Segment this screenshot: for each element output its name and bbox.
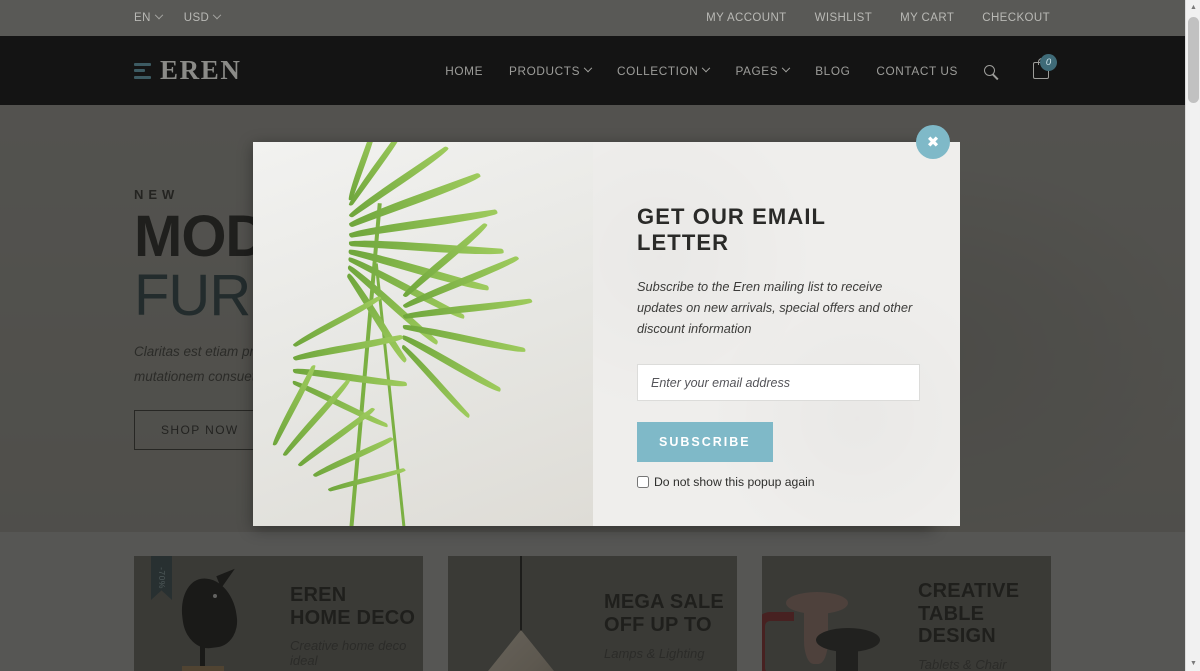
nav-label: PRODUCTS <box>509 63 581 78</box>
popup-plant-image <box>253 142 593 526</box>
bird-base-shape <box>182 666 224 671</box>
close-popup-button[interactable]: ✖ <box>916 125 950 159</box>
nav-label: COLLECTION <box>617 63 699 78</box>
page-scrollbar[interactable]: ▲ ▼ <box>1185 0 1200 671</box>
promo-card-title-line2: HOME DECO <box>290 606 416 629</box>
language-label: EN <box>134 12 151 24</box>
link-my-cart[interactable]: MY CART <box>900 12 954 24</box>
nav-label: BLOG <box>815 63 851 78</box>
red-chair-icon <box>762 612 794 671</box>
site-logo[interactable]: EREN <box>134 55 241 86</box>
link-my-account[interactable]: MY ACCOUNT <box>706 12 786 24</box>
promo-card-mega-sale[interactable]: MEGA SALE OFF UP TO Lamps & Lighting <box>448 556 737 671</box>
chevron-down-icon <box>781 63 791 72</box>
chevron-down-icon <box>583 63 593 72</box>
promo-card-text: EREN HOME DECO Creative home deco ideal <box>284 584 423 669</box>
promo-card-title-line1: CREATIVE <box>918 579 1020 602</box>
nav-item-blog[interactable]: BLOG <box>815 64 850 78</box>
popup-form-panel: GET OUR EMAIL LETTER Subscribe to the Er… <box>593 142 960 526</box>
chevron-down-icon <box>213 10 222 20</box>
browser-viewport: EN USD MY ACCOUNT WISHLIST MY CART CHECK… <box>0 0 1200 671</box>
language-selector[interactable]: EN <box>134 10 164 24</box>
currency-label: USD <box>183 12 210 24</box>
promo-cards-section: -70% EREN HOME DECO Creative home deco i… <box>0 532 1185 671</box>
nav-label: HOME <box>445 63 484 78</box>
promo-card-image: -70% <box>134 556 284 671</box>
promo-card-title-line2: TABLE DESIGN <box>918 602 996 648</box>
promo-card-subtitle: Lamps & Lighting <box>604 645 705 661</box>
page-content: EN USD MY ACCOUNT WISHLIST MY CART CHECK… <box>0 0 1185 671</box>
scrollbar-thumb[interactable] <box>1188 17 1199 103</box>
promo-card-image <box>762 556 912 671</box>
currency-selector[interactable]: USD <box>183 10 222 24</box>
cart-count-badge: 0 <box>1040 54 1057 71</box>
logo-text: EREN <box>160 55 242 85</box>
popup-description: Subscribe to the Eren mailing list to re… <box>637 279 913 337</box>
search-icon <box>984 65 995 76</box>
link-wishlist[interactable]: WISHLIST <box>815 12 873 24</box>
discount-label: -70% <box>156 567 167 589</box>
promo-card-text: CREATIVE TABLE DESIGN Tablets & Chair <box>912 580 1051 671</box>
popup-title: GET OUR EMAIL LETTER <box>637 204 826 255</box>
promo-card-subtitle: Creative home deco ideal <box>290 638 407 669</box>
link-checkout[interactable]: CHECKOUT <box>982 12 1050 24</box>
promo-card-image <box>448 556 598 671</box>
email-input[interactable] <box>637 364 920 402</box>
shopping-bag-icon: 0 <box>1033 54 1057 79</box>
nav-item-contact-us[interactable]: CONTACT US <box>876 64 958 78</box>
nav-label: PAGES <box>735 63 779 78</box>
topbar-left-group: EN USD <box>134 10 222 24</box>
bird-stand-shape <box>200 642 205 668</box>
bird-beak-shape <box>216 568 240 589</box>
promo-card-subtitle: Tablets & Chair <box>918 657 1007 671</box>
promo-card-home-deco[interactable]: -70% EREN HOME DECO Creative home deco i… <box>134 556 423 671</box>
bird-figurine-icon <box>177 574 241 652</box>
dismiss-popup-label: Do not show this popup again <box>654 475 815 490</box>
scroll-down-arrow-icon[interactable]: ▼ <box>1186 656 1200 671</box>
dismiss-popup-checkbox-row[interactable]: Do not show this popup again <box>637 475 920 489</box>
site-header: EREN HOME PRODUCTS COLLECTION PAGES BLOG… <box>0 36 1185 105</box>
scroll-up-arrow-icon[interactable]: ▲ <box>1186 0 1200 15</box>
pendant-lamp-icon <box>468 630 574 671</box>
nav-item-collection[interactable]: COLLECTION <box>617 63 711 78</box>
chevron-down-icon <box>702 63 711 72</box>
cart-button[interactable]: 0 <box>1033 54 1057 79</box>
nav-item-products[interactable]: PRODUCTS <box>509 63 593 78</box>
search-button[interactable] <box>984 65 995 76</box>
promo-cards-row: -70% EREN HOME DECO Creative home deco i… <box>134 556 1051 671</box>
utility-topbar: EN USD MY ACCOUNT WISHLIST MY CART CHECK… <box>0 0 1185 36</box>
nav-label: CONTACT US <box>876 63 958 78</box>
newsletter-popup: GET OUR EMAIL LETTER Subscribe to the Er… <box>253 142 960 526</box>
promo-card-title-line1: EREN <box>290 583 347 606</box>
nav-item-pages[interactable]: PAGES <box>735 63 791 78</box>
main-navigation: HOME PRODUCTS COLLECTION PAGES BLOG CONT… <box>445 54 1057 79</box>
promo-card-text: MEGA SALE OFF UP TO Lamps & Lighting <box>598 591 724 661</box>
discount-ribbon: -70% <box>151 556 172 600</box>
promo-card-title-line1: MEGA SALE <box>604 591 724 614</box>
subscribe-button[interactable]: SUBSCRIBE <box>637 422 773 463</box>
topbar-right-group: MY ACCOUNT WISHLIST MY CART CHECKOUT <box>706 12 1050 24</box>
dismiss-popup-checkbox[interactable] <box>637 476 649 489</box>
black-stool-leg-shape <box>836 644 858 671</box>
promo-card-title-line2: OFF UP TO <box>604 614 712 636</box>
promo-card-table-design[interactable]: CREATIVE TABLE DESIGN Tablets & Chair <box>762 556 1051 671</box>
chevron-down-icon <box>154 10 164 20</box>
lamp-cord-shape <box>520 556 522 632</box>
logo-bars-icon <box>134 62 151 79</box>
nav-item-home[interactable]: HOME <box>445 64 483 78</box>
bird-eye-shape <box>213 594 217 598</box>
